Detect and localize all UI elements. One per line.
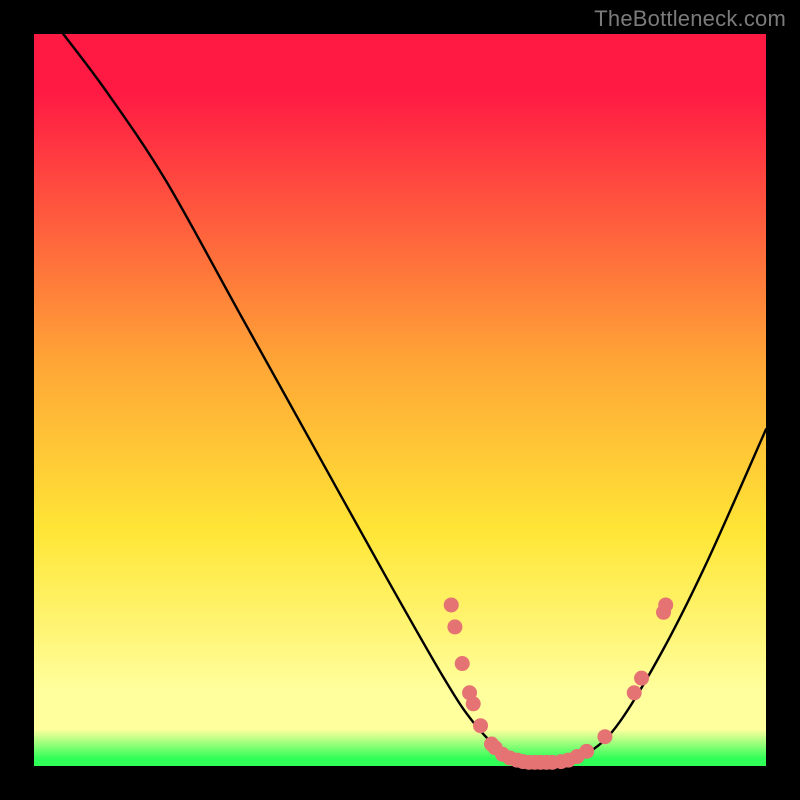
curve-marker <box>473 718 488 733</box>
curve-marker <box>597 729 612 744</box>
curve-marker <box>444 597 459 612</box>
curve-marker <box>627 685 642 700</box>
curve-marker <box>579 744 594 759</box>
watermark-text: TheBottleneck.com <box>594 6 786 32</box>
curve-svg <box>34 34 766 766</box>
bottleneck-curve <box>63 34 766 764</box>
plot-area <box>34 34 766 766</box>
curve-marker <box>455 656 470 671</box>
curve-marker <box>447 619 462 634</box>
curve-marker <box>466 696 481 711</box>
curve-markers <box>444 597 673 769</box>
chart-frame: TheBottleneck.com <box>0 0 800 800</box>
curve-marker <box>658 597 673 612</box>
curve-marker <box>634 671 649 686</box>
